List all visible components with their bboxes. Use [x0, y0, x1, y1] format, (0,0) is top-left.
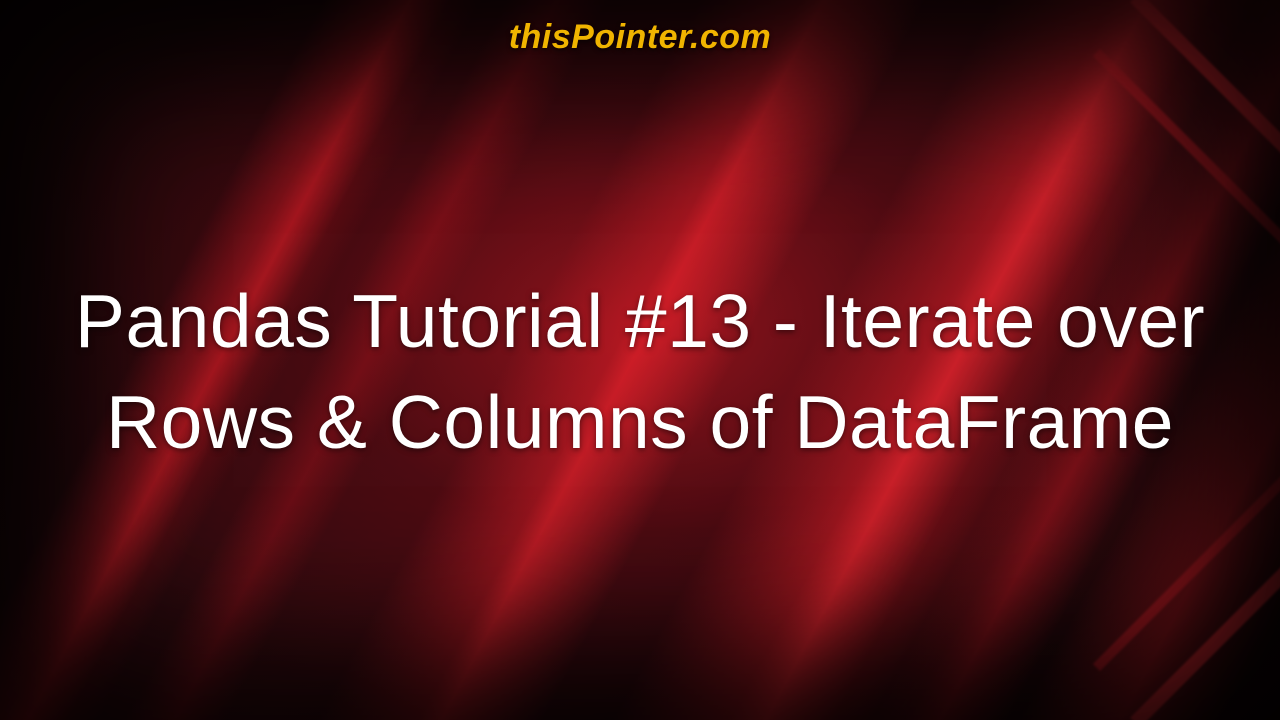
tutorial-banner: thisPointer.com Pandas Tutorial #13 - It… [0, 0, 1280, 720]
tutorial-title: Pandas Tutorial #13 - Iterate over Rows … [50, 271, 1230, 474]
brand-logo: thisPointer.com [509, 18, 772, 57]
